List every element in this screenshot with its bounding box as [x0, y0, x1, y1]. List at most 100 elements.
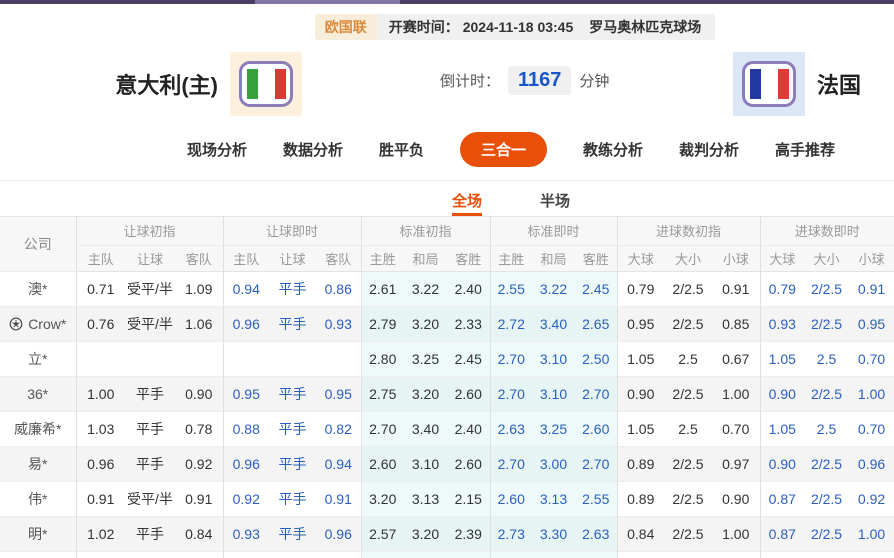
- table-row: 易* 0.96 平手 0.92 0.96 平手 0.94 2.60 3.10 2.60 2.70 3.…: [0, 445, 894, 481]
- countdown-label: 倒计时：: [440, 73, 501, 90]
- odds-cell: 2.33: [447, 305, 490, 341]
- odds-cell: 1.05: [759, 410, 805, 446]
- odds-cell: 平手: [269, 375, 316, 411]
- odds-cell: 2.60: [360, 445, 404, 481]
- column-subheader: 让球: [269, 245, 316, 272]
- odds-cell: [75, 340, 125, 376]
- france-flag-icon: [742, 61, 796, 107]
- odds-cell: 0.82: [316, 410, 361, 446]
- odds-cell: 0.90: [616, 375, 664, 411]
- odds-cell: [759, 550, 805, 558]
- odds-cell: 2.70: [489, 445, 532, 481]
- odds-cell: 2.5: [804, 410, 850, 446]
- column-group-header: 让球即时: [222, 217, 361, 246]
- odds-cell: 1.03: [75, 410, 125, 446]
- odds-cell: 2.40: [447, 410, 490, 446]
- countdown-value: 1167: [508, 66, 572, 95]
- odds-cell: 0.87: [759, 515, 805, 551]
- odds-cell: 3.00: [532, 445, 575, 481]
- odds-cell: 3.13: [532, 480, 575, 516]
- odds-cell: 平手: [125, 515, 175, 551]
- column-subheader: 客胜: [575, 245, 617, 272]
- odds-cell: 3.20: [404, 375, 447, 411]
- tab-data-analysis[interactable]: 数据分析: [283, 132, 343, 167]
- away-team: 法国: [733, 52, 861, 116]
- tab-win-draw-lose[interactable]: 胜平负: [379, 132, 424, 167]
- odds-cell: [575, 550, 617, 558]
- odds-cell: 2.73: [489, 515, 532, 551]
- odds-cell: 2.5: [664, 410, 712, 446]
- column-subheader: 大小: [664, 245, 712, 272]
- column-subheader: 大球: [759, 245, 805, 272]
- odds-cell: 2.63: [575, 515, 617, 551]
- company-cell: 立*: [0, 340, 76, 376]
- tab-full-match[interactable]: 全场: [451, 181, 482, 216]
- odds-cell: 平手: [278, 280, 307, 297]
- odds-cell: 2/2.5: [672, 280, 704, 297]
- column-subheader: 和局: [532, 245, 575, 272]
- column-subheader: 让球: [125, 245, 175, 272]
- company-name: 易*: [28, 455, 48, 472]
- odds-cell: [125, 550, 175, 558]
- odds-cell: 2/2.5: [664, 445, 712, 481]
- odds-cell: 2.63: [489, 410, 532, 446]
- company-cell: 威廉希*: [0, 410, 76, 446]
- odds-cell: [316, 550, 361, 558]
- odds-cell: 0.94: [222, 271, 269, 306]
- company-name: 立*: [28, 350, 48, 367]
- main-nav: 现场分析 数据分析 胜平负 三合一 教练分析 裁判分析 高手推荐: [64, 131, 894, 167]
- odds-cell: 2/2.5: [804, 480, 850, 516]
- tab-referee-analysis[interactable]: 裁判分析: [679, 132, 739, 167]
- odds-cell: [175, 550, 223, 558]
- company-cell: 明*: [0, 515, 76, 551]
- odds-cell: 受平/半: [127, 280, 173, 297]
- odds-cell: [616, 550, 664, 558]
- odds-cell: 1.00: [849, 515, 894, 551]
- odds-cell: 0.90: [759, 375, 805, 411]
- tab-live-analysis[interactable]: 现场分析: [187, 132, 247, 167]
- odds-cell: 0.86: [324, 280, 352, 297]
- odds-cell: 0.90: [712, 480, 761, 516]
- odds-cell: 0.92: [222, 480, 269, 516]
- odds-cell: 3.10: [532, 375, 575, 411]
- tab-expert-picks[interactable]: 高手推荐: [775, 132, 835, 167]
- odds-cell: 1.05: [616, 410, 664, 446]
- odds-cell: [316, 340, 361, 376]
- odds-cell: [404, 550, 447, 558]
- odds-cell: 0.91: [857, 280, 886, 297]
- column-subheader: 大小: [804, 245, 850, 272]
- odds-cell: 2.5: [664, 340, 712, 376]
- odds-cell: 3.13: [404, 480, 447, 516]
- company-cell: Crow*: [0, 305, 76, 341]
- odds-cell: 2/2.5: [804, 375, 850, 411]
- odds-cell: 1.05: [759, 340, 805, 376]
- home-team-name: 意大利(主): [115, 73, 218, 98]
- tab-half-match[interactable]: 半场: [540, 181, 570, 216]
- odds-cell: 平手: [125, 445, 175, 481]
- odds-cell: 0.85: [712, 305, 761, 341]
- odds-cell: 0.91: [75, 480, 125, 516]
- odds-cell: 2.60: [447, 445, 490, 481]
- odds-cell: 2.75: [360, 375, 404, 411]
- league-badge[interactable]: 欧国联: [314, 14, 377, 40]
- odds-cell: 0.92: [849, 480, 894, 516]
- odds-cell: [269, 550, 316, 558]
- company-cell: 伟*: [0, 480, 76, 516]
- away-team-name: 法国: [817, 73, 862, 98]
- odds-cell: 0.93: [222, 515, 269, 551]
- company-name: 澳*: [28, 280, 48, 297]
- odds-cell: [664, 550, 712, 558]
- odds-cell: 2.70: [575, 375, 617, 411]
- tab-coach-analysis[interactable]: 教练分析: [583, 132, 643, 167]
- odds-cell: 3.20: [360, 480, 404, 516]
- odds-cell: 2.55: [489, 271, 532, 306]
- odds-cell: [532, 550, 575, 558]
- odds-cell: 1.00: [75, 375, 125, 411]
- odds-cell: 2/2.5: [664, 305, 712, 341]
- odds-cell: 0.96: [849, 445, 894, 481]
- odds-table: 公司 让球初指 让球即时 标准初指 标准即时 进球数初指 进球数即时 主队 让球 客队 主队 让球 客队…: [0, 217, 894, 558]
- table-row: 立* 2.80 3.25 2.45 2.70 3.10 2.50 1.05 2.5 0.67 1.0…: [0, 340, 894, 376]
- table-row: 伟* 0.91 受平/半 0.91 0.92 平手 0.91 3.20 3.13 2.15 2.60…: [0, 480, 894, 516]
- odds-cell: 2/2.5: [804, 305, 850, 341]
- tab-three-in-one[interactable]: 三合一: [459, 131, 547, 167]
